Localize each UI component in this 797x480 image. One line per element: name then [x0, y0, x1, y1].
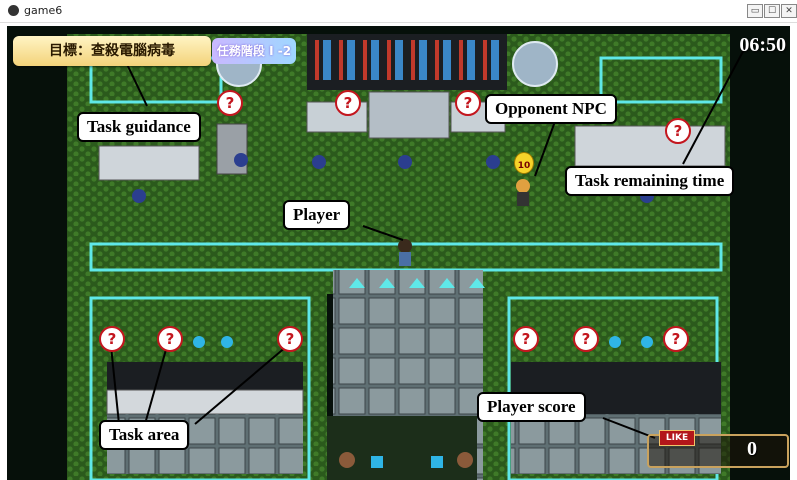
- game-viewport[interactable]: ? ? ? ? ? ? ? ? ? ? 目標：查殺電腦病毒 任務階段 I -2 …: [7, 26, 790, 480]
- task-marker[interactable]: ?: [455, 90, 481, 116]
- like-badge: LIKE: [659, 430, 695, 446]
- task-area-callout: Task area: [99, 420, 190, 450]
- remaining-time: 06:50: [739, 34, 786, 56]
- task-marker[interactable]: ?: [335, 90, 361, 116]
- task-marker[interactable]: ?: [217, 90, 243, 116]
- player-sprite: [398, 239, 412, 266]
- player-score-callout: Player score: [477, 392, 586, 422]
- task-marker[interactable]: ?: [513, 326, 539, 352]
- task-marker[interactable]: ?: [663, 326, 689, 352]
- window-title: game6: [24, 4, 63, 17]
- player-score-value: 0: [747, 438, 757, 460]
- task-marker[interactable]: ?: [573, 326, 599, 352]
- opponent-npc-sprite: [516, 179, 530, 206]
- player-callout: Player: [283, 200, 351, 230]
- close-button[interactable]: ✕: [781, 4, 797, 18]
- opponent-npc-callout: Opponent NPC: [485, 94, 617, 124]
- task-marker[interactable]: ?: [277, 326, 303, 352]
- npc-heart-badge: 10: [514, 152, 534, 174]
- task-marker[interactable]: ?: [99, 326, 125, 352]
- app-icon: [8, 5, 19, 16]
- task-marker[interactable]: ?: [157, 326, 183, 352]
- server-rack-row: [307, 34, 507, 90]
- maximize-button[interactable]: ☐: [764, 4, 780, 18]
- window-titlebar: game6 ▭ ☐ ✕: [0, 0, 797, 23]
- game-map: [7, 26, 790, 480]
- task-guidance-callout: Task guidance: [77, 112, 201, 142]
- task-marker[interactable]: ?: [665, 118, 691, 144]
- task-goal-banner: 目標：查殺電腦病毒: [13, 36, 211, 66]
- minimize-button[interactable]: ▭: [747, 4, 763, 18]
- task-stage-badge: 任務階段 I -2: [212, 38, 296, 64]
- task-remaining-time-callout: Task remaining time: [565, 166, 735, 196]
